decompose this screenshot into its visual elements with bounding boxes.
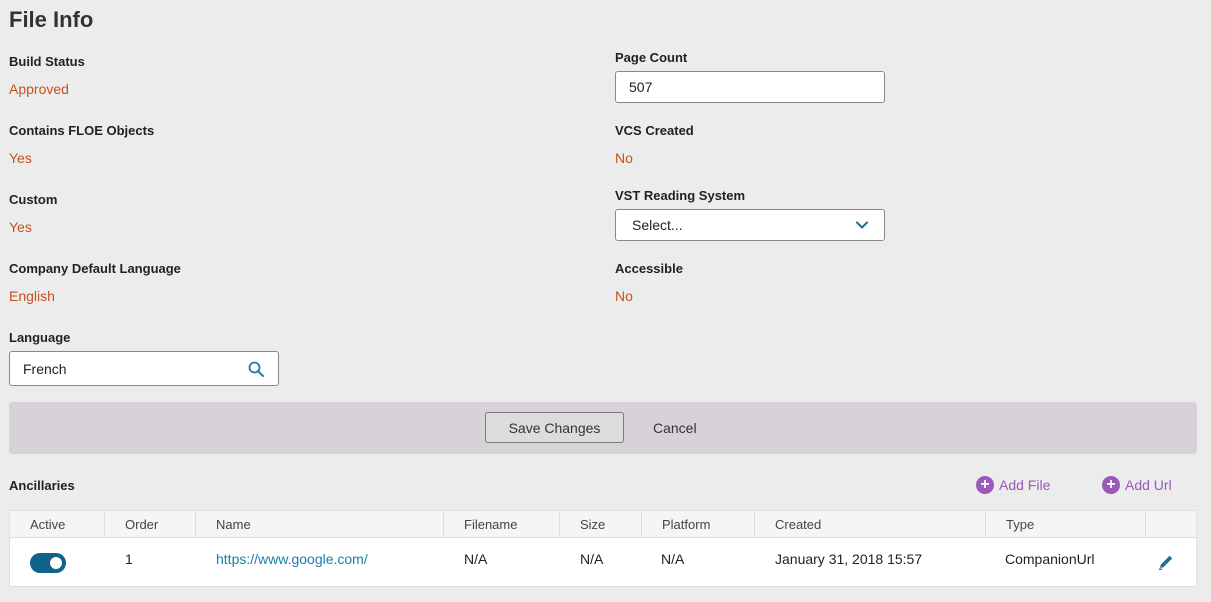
plus-circle-icon: +: [1102, 476, 1120, 494]
build-status-label: Build Status: [9, 54, 85, 69]
pencil-icon[interactable]: [1156, 552, 1176, 572]
row-filename: N/A: [464, 551, 488, 567]
row-name-link[interactable]: https://www.google.com/: [216, 551, 368, 567]
language-input-value: French: [23, 360, 67, 377]
column-header-order[interactable]: Order: [105, 511, 196, 538]
column-header-actions: [1146, 511, 1198, 538]
accessible-label: Accessible: [615, 261, 683, 276]
page-count-input-value: 507: [629, 79, 653, 95]
language-input[interactable]: French: [9, 351, 279, 386]
cancel-button[interactable]: Cancel: [653, 420, 697, 436]
row-size: N/A: [580, 551, 604, 567]
company-default-language-field: Company Default Language English: [9, 261, 181, 304]
save-changes-button[interactable]: Save Changes: [485, 412, 624, 443]
plus-circle-icon: +: [976, 476, 994, 494]
build-status-value: Approved: [9, 81, 69, 97]
column-header-name[interactable]: Name: [196, 511, 444, 538]
action-bar: Save Changes Cancel: [9, 402, 1197, 454]
vcs-created-value: No: [615, 150, 633, 166]
add-file-button[interactable]: + Add File: [976, 476, 1050, 494]
add-url-label: Add Url: [1125, 477, 1172, 493]
row-platform: N/A: [661, 551, 685, 567]
table-header: Active Order Name Filename Size Platform…: [10, 511, 1196, 538]
company-default-language-label: Company Default Language: [9, 261, 181, 276]
custom-label: Custom: [9, 192, 58, 207]
vst-reading-system-select-value: Select...: [632, 217, 683, 233]
column-header-active[interactable]: Active: [10, 511, 105, 538]
add-url-button[interactable]: + Add Url: [1102, 476, 1172, 494]
accessible-field: Accessible No: [615, 261, 683, 304]
custom-field: Custom Yes: [9, 192, 57, 235]
ancillaries-table: Active Order Name Filename Size Platform…: [9, 510, 1197, 587]
company-default-language-value: English: [9, 288, 55, 304]
page-count-field: Page Count: [615, 50, 687, 65]
vcs-created-field: VCS Created No: [615, 123, 694, 166]
vst-reading-system-field: VST Reading System: [615, 188, 745, 203]
contains-floe-label: Contains FLOE Objects: [9, 123, 155, 138]
accessible-value: No: [615, 288, 633, 304]
language-field: Language: [9, 330, 70, 345]
row-order: 1: [125, 551, 133, 567]
column-header-created[interactable]: Created: [755, 511, 986, 538]
vst-reading-system-select[interactable]: Select...: [615, 209, 885, 241]
active-toggle[interactable]: [30, 553, 66, 573]
row-created: January 31, 2018 15:57: [775, 551, 923, 567]
vcs-created-label: VCS Created: [615, 123, 694, 138]
build-status-field: Build Status Approved: [9, 54, 85, 97]
page-count-input[interactable]: 507: [615, 71, 885, 103]
page-title: File Info: [9, 7, 94, 32]
contains-floe-field: Contains FLOE Objects Yes: [9, 123, 154, 166]
search-icon[interactable]: [248, 361, 264, 377]
column-header-filename[interactable]: Filename: [444, 511, 560, 538]
contains-floe-value: Yes: [9, 150, 32, 166]
vst-reading-system-label: VST Reading System: [615, 188, 746, 203]
ancillaries-title: Ancillaries: [9, 478, 75, 493]
custom-value: Yes: [9, 219, 32, 235]
column-header-platform[interactable]: Platform: [642, 511, 755, 538]
column-header-type[interactable]: Type: [986, 511, 1146, 538]
row-type: CompanionUrl: [1005, 551, 1095, 567]
add-file-label: Add File: [999, 477, 1051, 493]
column-header-size[interactable]: Size: [560, 511, 642, 538]
page-count-label: Page Count: [615, 50, 688, 65]
chevron-down-icon: [856, 221, 868, 229]
language-label: Language: [9, 330, 71, 345]
toggle-knob: [50, 557, 62, 569]
